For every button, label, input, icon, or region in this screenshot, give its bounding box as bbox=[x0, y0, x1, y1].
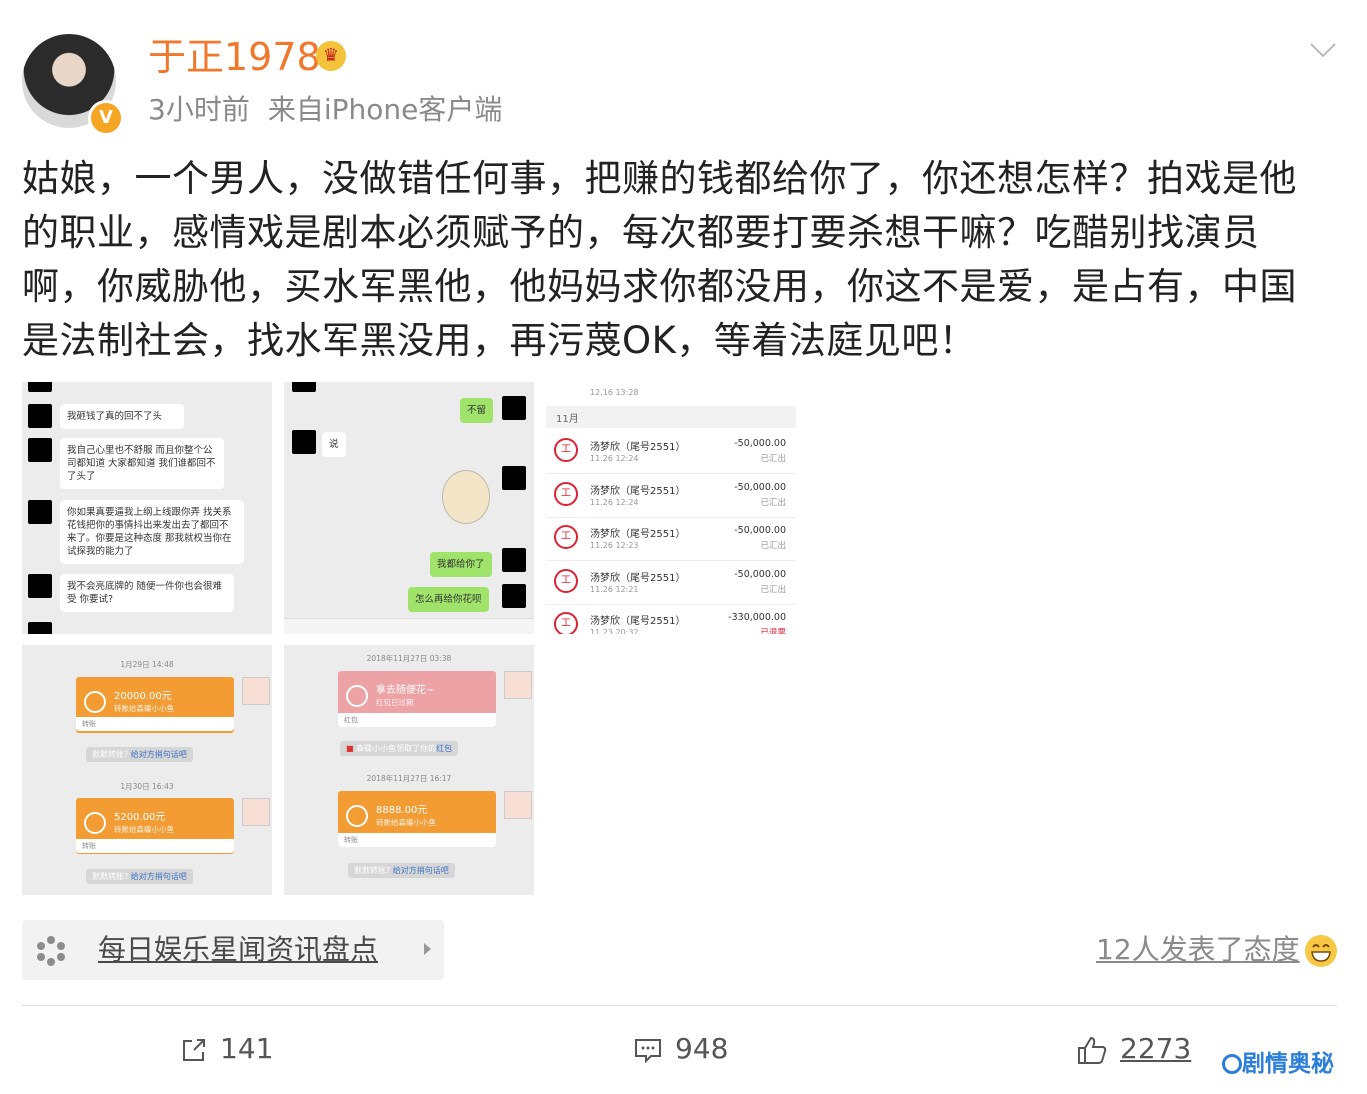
avatar bbox=[504, 791, 532, 819]
divider bbox=[22, 1005, 1337, 1006]
bank-logo-icon: 工 bbox=[554, 612, 578, 634]
record-amount: -50,000.00 bbox=[734, 525, 786, 536]
sticker-image bbox=[442, 470, 490, 524]
bank-record-row: 工汤梦欣（尾号2551） 11.26 12:24 -50,000.00 已汇出 bbox=[546, 474, 796, 518]
like-button[interactable]: 2273 bbox=[1076, 1028, 1191, 1070]
chat-message: 不留 bbox=[460, 398, 494, 423]
post-source: 来自iPhone客户端 bbox=[267, 93, 503, 126]
record-status: 已汇出 bbox=[760, 497, 786, 508]
bank-record-row: 工 汤梦欣（尾号2551） 11.26 12:23 -50,000.00 已汇出 bbox=[546, 517, 796, 561]
attitude-link[interactable]: 12人发表了态度 bbox=[1096, 930, 1300, 970]
like-count: 2273 bbox=[1120, 1032, 1192, 1065]
chat-message: 怎么再给你花呗 bbox=[408, 587, 489, 612]
payee-name: 汤梦欣（尾号2551） bbox=[590, 442, 686, 453]
record-date: 11.26 12:24 bbox=[590, 454, 639, 463]
record-date: 11.23 20:32 bbox=[590, 628, 639, 634]
verified-badge-icon: V bbox=[88, 100, 124, 136]
timestamp: 1月30日 16:43 bbox=[120, 782, 174, 791]
image-chat-1[interactable]: 我砸钱了真的回不了头 我自己心里也不舒服 而且你整个公司都知道 大家都知道 我们… bbox=[22, 382, 272, 634]
bank-record-row: 工 汤梦欣（尾号2551） 11.23 20:32 -330,000.00 已退票 bbox=[546, 604, 796, 634]
topic-label[interactable]: 每日娱乐星闻资讯盘点 bbox=[98, 930, 378, 970]
chat-message: 说 bbox=[322, 432, 346, 457]
tip-banner: 默默转账? 给对方捎句话吧 bbox=[86, 869, 193, 884]
record-amount: -330,000.00 bbox=[728, 612, 786, 623]
comment-button[interactable]: 948 bbox=[633, 1028, 728, 1070]
thumbs-up-icon bbox=[1078, 1036, 1107, 1064]
payee-name: 汤梦欣（尾号2551） bbox=[590, 572, 686, 584]
record-amount: -50,000.00 bbox=[734, 481, 786, 493]
comment-icon bbox=[635, 1039, 661, 1064]
post-text: 姑娘，一个男人，没做错任何事，把赚的钱都给你了，你还想怎样？拍戏是他的职业，感情… bbox=[22, 157, 1297, 362]
bank-record-row: 工汤梦欣（尾号2551） 11.26 12:21 -50,000.00 已汇出 bbox=[546, 561, 796, 605]
record-amount: -50,000.00 bbox=[734, 438, 786, 449]
comment-count: 948 bbox=[675, 1032, 729, 1065]
timestamp: 2018年11月27日 16:17 bbox=[366, 774, 452, 783]
avatar bbox=[504, 671, 532, 699]
bank-record-row: 工 汤梦欣（尾号2551） 11.26 12:24 -50,000.00 已汇出 bbox=[546, 430, 796, 474]
grin-emoji-icon[interactable] bbox=[1304, 934, 1338, 968]
avatar bbox=[242, 677, 270, 705]
chat-message: 我不会亮底牌的 随便一件你也会很难受 你要试? bbox=[60, 574, 234, 612]
pinwheel-icon bbox=[37, 936, 65, 966]
record-date: 11.26 12:23 bbox=[590, 541, 639, 550]
record-status: 已汇出 bbox=[760, 584, 786, 595]
timestamp: 1月29日 14:48 bbox=[120, 660, 174, 669]
tip-banner: 默默转账? 给对方捎句话吧 bbox=[348, 863, 455, 878]
bank-top-time: 12.16 13:28 bbox=[590, 388, 639, 397]
watermark-text: 剧情奥秘 bbox=[1242, 1051, 1334, 1077]
chat-input-bar bbox=[284, 618, 534, 634]
watermark-logo-icon bbox=[1222, 1054, 1242, 1074]
crown-icon[interactable]: ♛ bbox=[316, 41, 346, 71]
post-meta: 3小时前 来自iPhone客户端 bbox=[148, 90, 502, 130]
chat-message: 你如果真要逼我上纲上线跟你弄 找关系花钱把你的事情抖出来发出去了都回不来了。你要… bbox=[60, 500, 244, 564]
bank-logo-icon: 工 bbox=[554, 438, 578, 462]
chat-message: 我自己心里也不舒服 而且你整个公司都知道 大家都知道 我们谁都回不了头了 bbox=[60, 438, 224, 489]
record-status: 已退票 bbox=[760, 628, 786, 634]
repost-count: 141 bbox=[220, 1032, 274, 1065]
username-link[interactable]: 于正1978 bbox=[148, 34, 321, 80]
image-transfer-2[interactable]: 2018年11月27日 03:38 拿去随便花~ 红包已过期 红包 ■ 森碟小小… bbox=[284, 645, 534, 895]
avatar bbox=[242, 798, 270, 826]
chevron-right-icon bbox=[424, 943, 431, 955]
tip-banner: 默默转账? 给对方捎句话吧 bbox=[86, 747, 193, 762]
record-status: 已汇出 bbox=[760, 541, 786, 551]
chat-message: 我砸钱了真的回不了头 bbox=[60, 404, 184, 429]
chevron-down-icon[interactable] bbox=[1308, 40, 1338, 60]
bank-logo-icon: 工 bbox=[554, 481, 578, 506]
red-packet-notice: ■ 森碟小小鱼领取了你的红包 bbox=[340, 741, 459, 756]
chat-message: 我都给你了 bbox=[430, 552, 492, 577]
record-date: 11.26 12:24 bbox=[590, 497, 639, 507]
post-time: 3小时前 bbox=[148, 93, 250, 126]
payee-name: 汤梦欣（尾号2551） bbox=[590, 485, 686, 497]
payee-name: 汤梦欣（尾号2551） bbox=[590, 616, 686, 627]
bank-logo-icon: 工 bbox=[554, 525, 578, 549]
bank-month: 11月 bbox=[556, 414, 579, 425]
watermark: 剧情奥秘 bbox=[1222, 1046, 1334, 1082]
share-icon bbox=[183, 1039, 205, 1061]
bank-logo-icon: 工 bbox=[554, 568, 578, 593]
payee-name: 汤梦欣（尾号2551） bbox=[590, 529, 686, 540]
image-bank-records[interactable]: 12.16 13:28 11月 工汤梦欣（尾号2551） 11.26 12:24-… bbox=[546, 382, 796, 634]
record-amount: -50,000.00 bbox=[734, 568, 786, 580]
image-chat-2[interactable]: 不留 说 我都给你了 怎么再给你花呗 bbox=[284, 382, 534, 634]
repost-button[interactable]: 141 bbox=[180, 1028, 273, 1070]
record-date: 11.26 12:21 bbox=[590, 584, 639, 594]
image-transfer-1[interactable]: 1月29日 14:48 20000.00元 转账给森碟小小鱼 转账 默默转账? … bbox=[22, 645, 272, 895]
timestamp: 2018年11月27日 03:38 bbox=[366, 654, 452, 663]
record-status: 已汇出 bbox=[760, 454, 786, 464]
